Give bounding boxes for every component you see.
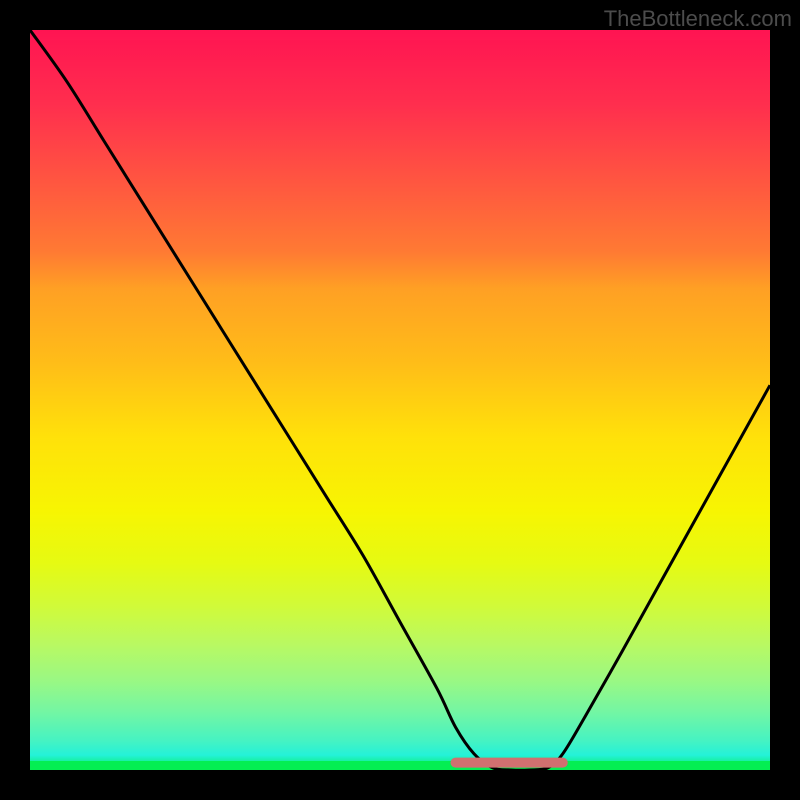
chart-container: TheBottleneck.com (0, 0, 800, 800)
bottleneck-curve (30, 30, 770, 770)
curve-layer (30, 30, 770, 770)
watermark-label: TheBottleneck.com (604, 6, 792, 32)
plot-area (30, 30, 770, 770)
